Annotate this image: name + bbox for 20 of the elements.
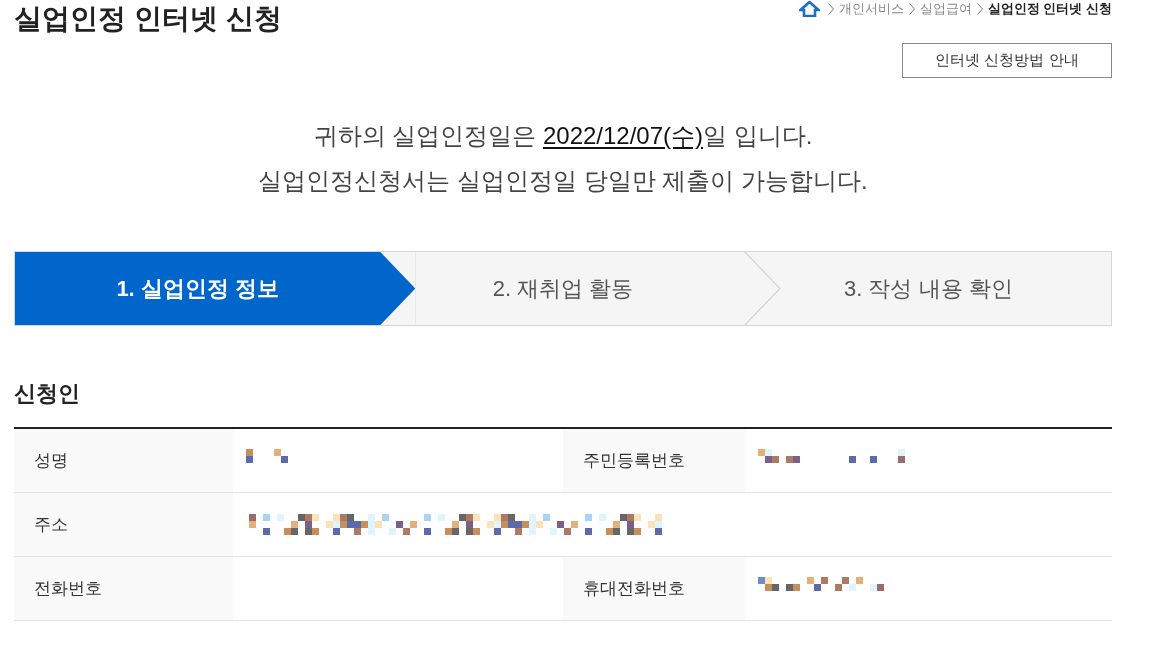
notice-text: 실업인정신청서는 실업인정일 당일만 제출이 가능합니다. — [257, 166, 869, 196]
progress-step: 3. 작성 내용 확인 — [780, 252, 1111, 325]
field-label: 주민등록번호 — [563, 429, 745, 492]
guide-button[interactable]: 인터넷 신청방법 안내 — [902, 43, 1112, 78]
field-label: 성명 — [14, 429, 233, 492]
breadcrumb-link[interactable]: 실업급여 — [919, 0, 972, 17]
field-label: 주소 — [14, 493, 233, 556]
field-label: 전화번호 — [14, 557, 233, 620]
home-icon[interactable] — [798, 0, 820, 17]
breadcrumb-current: 실업인정 인터넷 신청 — [987, 0, 1112, 17]
chevron-right-icon — [908, 2, 915, 15]
progress-step: 1. 실업인정 정보 — [15, 252, 416, 325]
section-title: 신청인 — [14, 380, 81, 408]
chevron-right-icon — [976, 2, 983, 15]
notice-text: 귀하의 실업인정일은 2022/12/07(수)일 입니다. — [312, 121, 814, 151]
chevron-right-icon — [827, 2, 834, 15]
page-title: 실업인정 인터넷 신청 — [14, 2, 282, 36]
field-label: 휴대전화번호 — [563, 557, 745, 620]
progress-step: 2. 재취업 활동 — [415, 252, 781, 325]
breadcrumb-link[interactable]: 개인서비스 — [838, 0, 904, 17]
